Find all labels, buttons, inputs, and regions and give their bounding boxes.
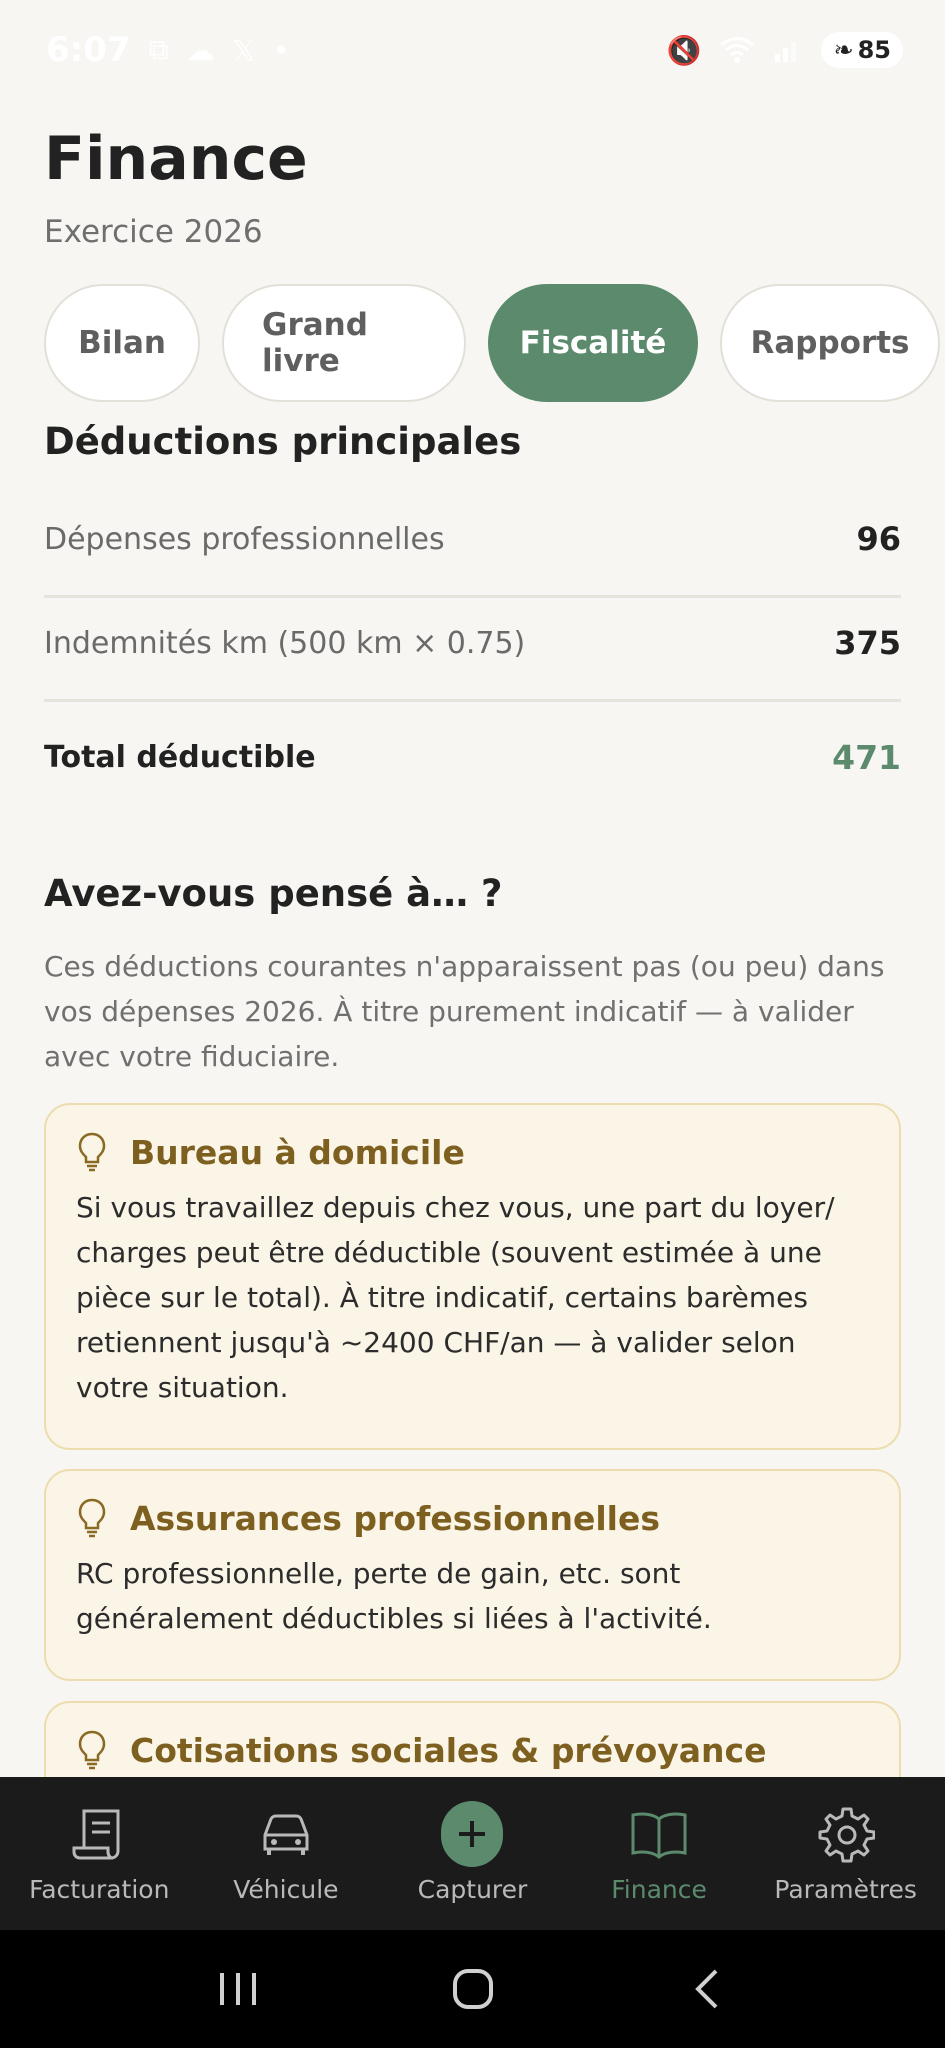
book-icon (628, 1803, 690, 1865)
page-title: Finance (44, 124, 308, 194)
status-right: 🔇 ❧ 85 (667, 32, 903, 68)
nav-label: Capturer (417, 1875, 528, 1904)
nav-finance[interactable]: Finance (566, 1803, 753, 1904)
deduction-value: 375 (834, 624, 901, 662)
page-subtitle: Exercice 2026 (44, 214, 263, 250)
tip-card: Bureau à domicile Si vous travaillez dep… (44, 1103, 901, 1450)
invoice-icon (68, 1803, 130, 1865)
system-nav-bar (0, 1930, 945, 2048)
tab-bilan[interactable]: Bilan (44, 284, 200, 402)
suggestions-intro: Ces déductions courantes n'apparaissent … (44, 950, 885, 1073)
mute-icon: 🔇 (666, 33, 702, 67)
status-left: 6:07 ⧉ ☁ 𝕏 • (46, 30, 290, 70)
back-button[interactable] (668, 1959, 748, 2019)
tab-fiscalite[interactable]: Fiscalité (488, 284, 698, 402)
status-bar: 6:07 ⧉ ☁ 𝕏 • 🔇 ❧ 85 (0, 0, 945, 100)
tip-card: Assurances professionnelles RC professio… (44, 1469, 901, 1681)
x-logo-icon: 𝕏 (232, 33, 256, 67)
tip-card-title: Bureau à domicile (130, 1132, 465, 1172)
tip-card-header: Bureau à domicile (76, 1131, 869, 1173)
gear-icon (815, 1803, 877, 1865)
nav-label: Véhicule (233, 1875, 339, 1904)
back-icon (694, 1969, 717, 2009)
home-button[interactable] (433, 1959, 513, 2019)
tip-card-title: Assurances professionnelles (130, 1498, 661, 1538)
deduction-value: 96 (856, 520, 901, 558)
tab-bar: Bilan Grand livre Fiscalité Rapports (44, 284, 940, 402)
tab-rapports[interactable]: Rapports (720, 284, 940, 402)
divider (44, 699, 901, 702)
battery-indicator: ❧ 85 (821, 32, 903, 68)
tip-card-header: Cotisations sociales & prévoyance (76, 1729, 869, 1771)
battery-level: 85 (857, 36, 891, 64)
recent-apps-icon (219, 1973, 256, 2005)
nav-label: Facturation (29, 1875, 170, 1904)
plus-icon (441, 1801, 504, 1867)
nav-label: Paramètres (774, 1875, 917, 1904)
recent-apps-button[interactable] (198, 1959, 278, 2019)
lightbulb-icon (78, 1730, 106, 1770)
lightbulb-icon (78, 1498, 106, 1538)
suggestions-title: Avez-vous pensé à… ? (44, 872, 503, 915)
screenshot-icon: ⧉ (148, 33, 169, 66)
tab-grand-livre[interactable]: Grand livre (222, 284, 466, 402)
tip-card-title: Cotisations sociales & prévoyance (130, 1730, 767, 1770)
tip-card-body: RC professionnelle, perte de gain, etc. … (76, 1557, 712, 1635)
deduction-label: Dépenses professionnelles (44, 521, 445, 557)
deduction-row: Indemnités km (500 km × 0.75) 375 (44, 624, 901, 662)
divider (44, 595, 901, 598)
nav-vehicule[interactable]: Véhicule (193, 1803, 380, 1904)
signal-icon (775, 42, 797, 62)
deduction-row: Dépenses professionnelles 96 (44, 520, 901, 558)
cloud-icon: ☁ (186, 33, 215, 67)
nav-label: Finance (611, 1875, 707, 1904)
total-value: 471 (832, 738, 901, 777)
capture-button (441, 1801, 504, 1867)
status-time: 6:07 (46, 30, 131, 70)
deduction-label: Indemnités km (500 km × 0.75) (44, 625, 526, 661)
dot-icon: • (273, 33, 290, 67)
wifi-icon (720, 37, 755, 63)
bottom-nav: Facturation Véhicule Capturer Finance Pa… (0, 1777, 945, 1930)
total-row: Total déductible 471 (44, 738, 901, 777)
nav-facturation[interactable]: Facturation (6, 1803, 193, 1904)
car-icon (255, 1803, 317, 1865)
tip-card-body: Si vous travaillez depuis chez vous, une… (76, 1191, 835, 1404)
deductions-title: Déductions principales (44, 420, 522, 463)
nav-capturer[interactable]: Capturer (379, 1801, 566, 1904)
nav-parametres[interactable]: Paramètres (752, 1803, 939, 1904)
tip-card-header: Assurances professionnelles (76, 1497, 869, 1539)
home-icon (452, 1969, 493, 2009)
lightbulb-icon (78, 1132, 106, 1172)
battery-leaf-icon: ❧ (833, 36, 854, 64)
total-label: Total déductible (44, 740, 316, 775)
